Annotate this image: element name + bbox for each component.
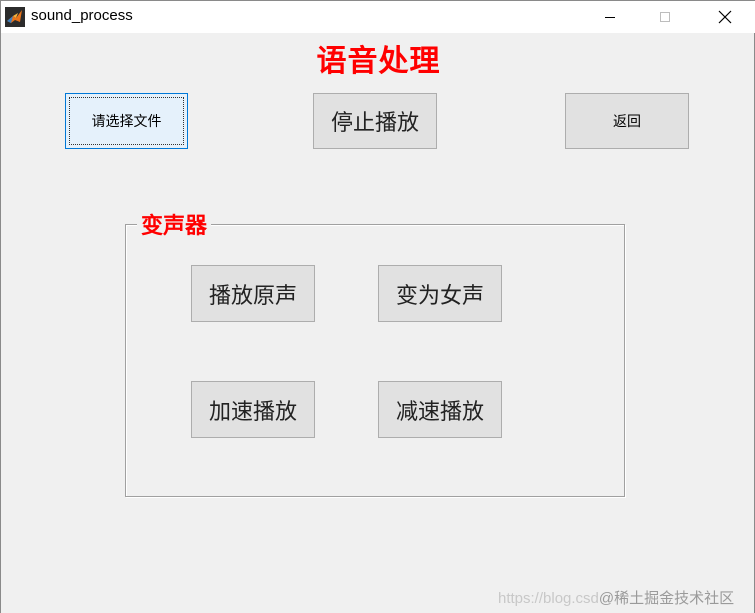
maximize-icon xyxy=(660,12,670,22)
close-icon xyxy=(718,10,732,24)
watermark: https://blog.csd@稀土掘金技术社区 xyxy=(498,587,734,608)
app-window: sound_process 语音处理 请选择文件 停止播放 返回 变声器 播放原… xyxy=(0,0,755,613)
maximize-button[interactable] xyxy=(642,1,688,33)
play-original-button[interactable]: 播放原声 xyxy=(191,265,315,322)
back-button[interactable]: 返回 xyxy=(565,93,689,149)
title-bar[interactable]: sound_process xyxy=(1,0,755,33)
female-voice-button[interactable]: 变为女声 xyxy=(378,265,502,322)
speed-up-button[interactable]: 加速播放 xyxy=(191,381,315,438)
stop-playback-button[interactable]: 停止播放 xyxy=(313,93,437,149)
slow-down-button[interactable]: 减速播放 xyxy=(378,381,502,438)
window-title: sound_process xyxy=(31,7,133,24)
page-title: 语音处理 xyxy=(316,44,441,79)
watermark-url: https://blog.csd xyxy=(498,590,599,607)
voice-changer-title: 变声器 xyxy=(137,208,212,240)
matlab-logo-icon xyxy=(5,7,25,27)
minimize-icon xyxy=(605,17,615,18)
watermark-community: @稀土掘金技术社区 xyxy=(598,590,735,607)
select-file-button[interactable]: 请选择文件 xyxy=(65,93,188,149)
close-button[interactable] xyxy=(702,1,748,33)
minimize-button[interactable] xyxy=(587,1,633,33)
